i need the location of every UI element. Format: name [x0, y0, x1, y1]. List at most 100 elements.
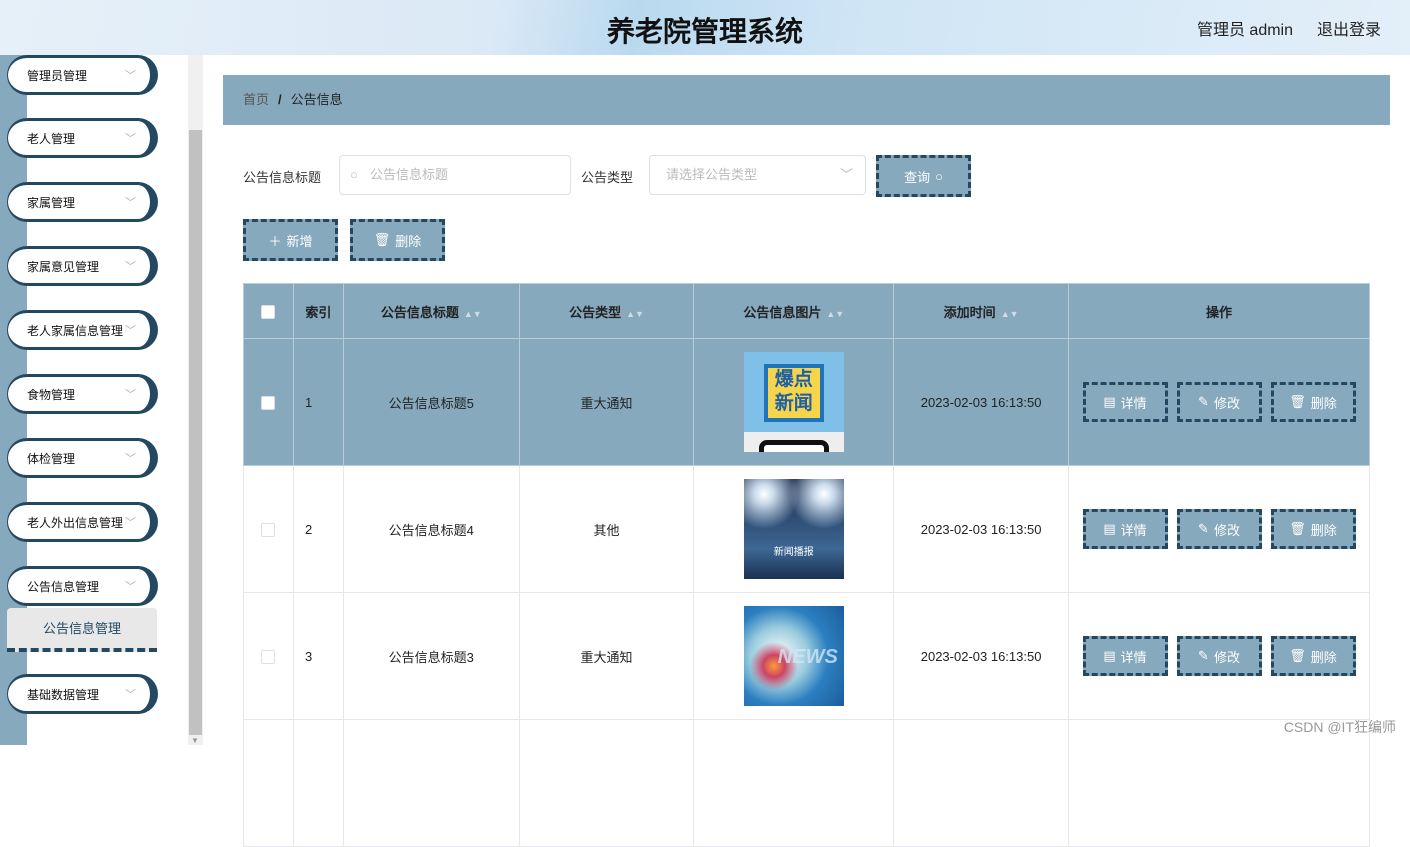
table-row[interactable]: 1 公告信息标题5 重大通知 爆点新闻 2023-02-03 16:13:50 … [243, 338, 1370, 466]
row-checkbox[interactable] [261, 522, 276, 537]
menu-label: 家属管理 [27, 195, 76, 210]
placeholder: 请选择公告类型 [666, 167, 758, 182]
menu-family[interactable]: 家属管理 ﹀ [7, 182, 158, 222]
edit-button[interactable]: ✎ 修改 [1176, 509, 1262, 549]
menu-outing[interactable]: 老人外出信息管理 ﹀ [7, 502, 158, 542]
row-time: 2023-02-03 16:13:50 [893, 592, 1069, 720]
row-index: 2 [292, 465, 344, 593]
edit-button[interactable]: ✎ 修改 [1176, 382, 1262, 422]
logout-link[interactable]: 退出登录 [1317, 16, 1381, 40]
search-icon: ○ [350, 167, 358, 182]
type-select[interactable]: 请选择公告类型 ﹀ [649, 155, 866, 195]
detail-button[interactable]: ▤ 详情 [1082, 382, 1168, 422]
btn-label: 详情 [1120, 522, 1147, 538]
col-type[interactable]: 公告类型 ▲▼ [518, 283, 695, 339]
trash-icon: 🗑 [1289, 648, 1306, 663]
trash-icon: 🗑 [1289, 521, 1306, 536]
menu-food[interactable]: 食物管理 ﹀ [7, 374, 158, 414]
table-row[interactable]: 3 公告信息标题3 重大通知 NEWS 2023-02-03 16:13:50 … [243, 592, 1370, 720]
col-label: 添加时间 [943, 304, 996, 320]
notice-image[interactable]: 新闻播报 [743, 479, 844, 579]
menu-label: 体检管理 [27, 451, 76, 466]
col-label: 公告信息图片 [743, 304, 822, 320]
menu-notice[interactable]: 公告信息管理 ﹀ [7, 566, 158, 606]
image-text: 爆点新闻 [763, 364, 824, 422]
title-search-input[interactable]: ○ 公告信息标题 [339, 155, 571, 195]
detail-button[interactable]: ▤ 详情 [1082, 509, 1168, 549]
notice-table: 索引 公告信息标题 ▲▼ 公告类型 ▲▼ 公告信息图片 ▲▼ 添加时间 ▲▼ 操作 1 … [243, 283, 1370, 847]
pencil-icon: ✎ [1198, 394, 1209, 409]
menu-label: 老人管理 [27, 131, 76, 146]
row-type: 重大通知 [518, 592, 695, 720]
chevron-down-icon: ﹀ [125, 517, 136, 529]
detail-button[interactable]: ▤ 详情 [1082, 636, 1168, 676]
btn-label: 详情 [1120, 649, 1147, 665]
menu-family-feedback[interactable]: 家属意见管理 ﹀ [7, 246, 158, 286]
sort-icon[interactable]: ▲▼ [826, 309, 844, 319]
add-button[interactable]: ＋新增 [243, 219, 338, 261]
btn-label: 删除 [1310, 395, 1337, 411]
header: 养老院管理系统 管理员 admin 退出登录 [0, 0, 1410, 55]
menu-checkup[interactable]: 体检管理 ﹀ [7, 438, 158, 478]
col-title[interactable]: 公告信息标题 ▲▼ [342, 283, 520, 339]
col-label: 公告类型 [569, 304, 622, 320]
chevron-down-icon: ﹀ [125, 325, 136, 337]
table-row[interactable]: 2 公告信息标题4 其他 新闻播报 2023-02-03 16:13:50 ▤ 详… [243, 465, 1370, 593]
row-time: 2023-02-03 16:13:50 [893, 465, 1069, 593]
menu-admin[interactable]: 管理员管理 ﹀ [7, 55, 158, 95]
menu-base-data[interactable]: 基础数据管理 ﹀ [7, 674, 158, 714]
phone-graphic [758, 440, 829, 452]
add-label: 新增 [286, 233, 313, 249]
scrollbar-thumb[interactable] [189, 130, 202, 735]
btn-label: 修改 [1213, 395, 1240, 411]
chevron-down-icon: ﹀ [125, 70, 136, 82]
menu-elderly-family[interactable]: 老人家属信息管理 ﹀ [7, 310, 158, 350]
sidebar-scrollbar[interactable]: ▼ [188, 55, 203, 745]
query-label: 查询 [904, 169, 931, 185]
trash-icon: 🗑 [1289, 394, 1306, 409]
btn-label: 删除 [1310, 649, 1337, 665]
notice-image[interactable]: 爆点新闻 [743, 352, 844, 452]
sort-icon[interactable]: ▲▼ [1001, 309, 1019, 319]
delete-button[interactable]: 🗑 删除 [1270, 636, 1356, 676]
menu-elderly[interactable]: 老人管理 ﹀ [7, 118, 158, 158]
chevron-down-icon: ﹀ [125, 581, 136, 593]
edit-button[interactable]: ✎ 修改 [1176, 636, 1262, 676]
row-title: 公告信息标题4 [342, 465, 520, 593]
chevron-down-icon: ﹀ [125, 689, 136, 701]
col-image[interactable]: 公告信息图片 ▲▼ [693, 283, 895, 339]
image-text: 新闻播报 [773, 547, 814, 558]
table-row[interactable] [243, 719, 1370, 847]
btn-label: 详情 [1120, 395, 1147, 411]
batch-delete-button[interactable]: 🗑 删除 [350, 219, 445, 261]
document-icon: ▤ [1103, 648, 1116, 663]
select-all[interactable] [243, 283, 294, 339]
col-index: 索引 [292, 283, 344, 339]
row-type: 重大通知 [518, 338, 695, 466]
sidebar: 管理员管理 ﹀ 老人管理 ﹀ 家属管理 ﹀ 家属意见管理 ﹀ 老人家属信息管理 ﹀ 食物管… [0, 55, 203, 745]
sort-icon[interactable]: ▲▼ [464, 309, 482, 319]
btn-label: 修改 [1213, 649, 1240, 665]
pencil-icon: ✎ [1198, 521, 1209, 536]
delete-button[interactable]: 🗑 删除 [1270, 509, 1356, 549]
menu-label: 公告信息管理 [27, 579, 100, 594]
col-ops: 操作 [1068, 283, 1370, 339]
menu-label: 食物管理 [27, 387, 76, 402]
notice-image[interactable]: NEWS [743, 606, 844, 706]
select-all-checkbox[interactable] [261, 304, 276, 319]
row-title: 公告信息标题3 [342, 592, 520, 720]
col-time[interactable]: 添加时间 ▲▼ [893, 283, 1069, 339]
query-button[interactable]: 查询 ○ [876, 155, 971, 197]
row-checkbox[interactable] [261, 649, 276, 664]
menu-label: 基础数据管理 [27, 687, 100, 702]
sort-icon[interactable]: ▲▼ [626, 309, 644, 319]
placeholder: 公告信息标题 [370, 167, 449, 182]
submenu-notice-manage[interactable]: 公告信息管理 [7, 608, 157, 652]
row-checkbox[interactable] [261, 395, 276, 410]
breadcrumb: 首页 / 公告信息 [223, 75, 1390, 125]
menu-label: 管理员管理 [27, 68, 88, 83]
breadcrumb-home[interactable]: 首页 [243, 92, 269, 107]
col-label: 公告信息标题 [380, 304, 459, 320]
scroll-down-arrow-icon[interactable]: ▼ [191, 736, 199, 745]
delete-button[interactable]: 🗑 删除 [1270, 382, 1356, 422]
